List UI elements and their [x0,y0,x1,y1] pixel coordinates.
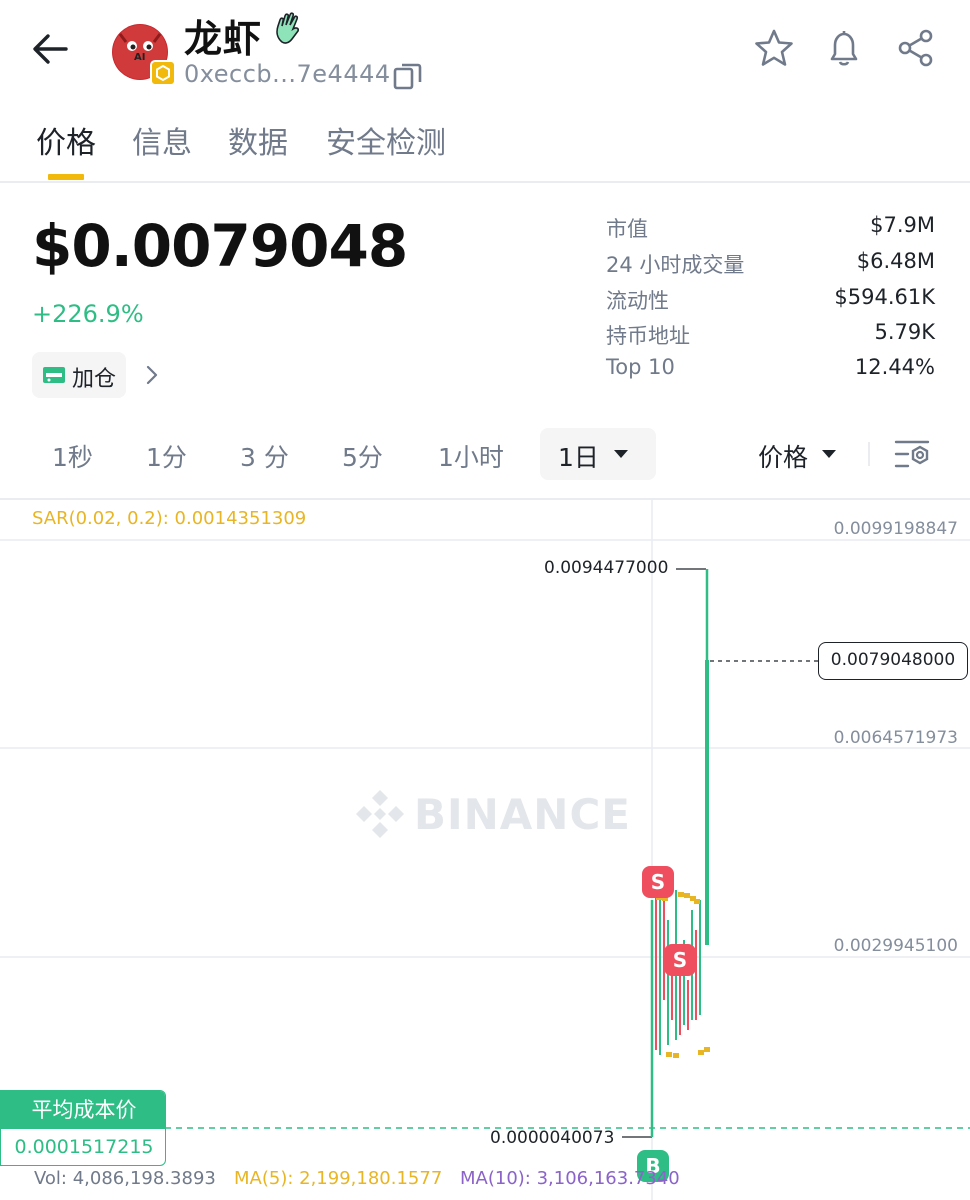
volume-label: Vol: 4,086,198.3893 [34,1168,216,1189]
avatar-ai-text: AI [134,52,146,63]
price-change: +226.9% [32,300,144,328]
tab-info[interactable]: 信息 [132,118,192,162]
divider [0,181,970,183]
sar-dot [666,1052,672,1057]
back-arrow-icon[interactable] [28,28,72,72]
share-icon[interactable] [896,28,936,68]
timeframe-selected[interactable]: 1日 [558,438,599,474]
current-price: $0.0079048 [32,212,408,280]
price-mode-select[interactable]: 价格 [758,438,808,474]
avg-cost-value: 0.0001517215 [14,1136,154,1158]
star-icon[interactable] [754,28,794,68]
timeframe-1m[interactable]: 1分 [146,438,187,474]
copy-icon[interactable] [392,60,424,92]
stat-value-liquidity: $594.61K [834,285,935,309]
stat-label-top10: Top 10 [606,355,675,379]
ma5-label: MA(5): 2,199,180.1577 [234,1168,443,1189]
stat-label-liquidity: 流动性 [606,289,669,313]
wave-hand-icon [276,12,299,44]
stat-value-holders: 5.79K [874,320,935,344]
caret-down-icon[interactable] [820,448,838,460]
stat-value-volume: $6.48M [856,249,935,273]
wallet-icon [43,367,65,383]
candle-body [705,660,709,945]
binance-logo-icon [356,790,404,838]
sell-marker[interactable]: S [664,944,696,976]
stat-label-holders: 持币地址 [606,324,690,348]
token-name: 龙虾 [184,17,263,61]
timeframe-3m[interactable]: 3 分 [240,438,289,474]
sar-indicator-label: SAR(0.02, 0.2): 0.0014351309 [32,508,307,529]
current-price-label: 0.0079048000 [818,642,968,680]
avg-cost-title: 平均成本价 [1,1091,165,1129]
timeframe-1h[interactable]: 1小时 [438,438,504,474]
sar-dot [698,1050,704,1055]
sar-dot [704,1047,710,1052]
y-axis-label: 0.0064571973 [833,728,958,748]
sar-dot [678,892,684,897]
sell-marker[interactable]: S [642,866,674,898]
low-price-label: 0.0000040073 [490,1128,615,1148]
add-position-label: 加仓 [72,367,117,392]
caret-down-icon[interactable] [612,448,630,460]
active-tab-indicator [48,174,84,180]
tab-price[interactable]: 价格 [36,118,96,162]
avg-cost-badge: 平均成本价 0.0001517215 [0,1090,166,1166]
bnb-chain-icon [150,60,176,86]
tab-security-check[interactable]: 安全检测 [326,118,446,162]
stat-value-market-cap: $7.9M [870,213,935,237]
high-price-label: 0.0094477000 [544,558,669,578]
y-axis-label: 0.0099198847 [833,519,958,539]
contract-address: 0xeccb...7e4444 [184,60,391,88]
sar-dot [694,899,700,904]
chart-settings-icon[interactable] [894,436,932,472]
timeframe-5m[interactable]: 5分 [342,438,383,474]
bell-icon[interactable] [824,28,864,68]
tab-data[interactable]: 数据 [228,118,288,162]
add-position-button[interactable]: 加仓 [32,352,126,398]
watermark-text: BINANCE [414,790,631,839]
vertical-separator [868,442,870,466]
chevron-right-icon[interactable] [142,362,162,388]
y-axis-label: 0.0029945100 [833,936,958,956]
timeframe-1s[interactable]: 1秒 [52,438,93,474]
sar-dot [673,1053,679,1058]
stat-label-market-cap: 市值 [606,217,648,241]
sar-dot [684,893,690,898]
stat-value-top10: 12.44% [854,355,935,379]
stat-label-volume: 24 小时成交量 [606,253,745,277]
ma10-label: MA(10): 3,106,163.7340 [460,1168,680,1189]
